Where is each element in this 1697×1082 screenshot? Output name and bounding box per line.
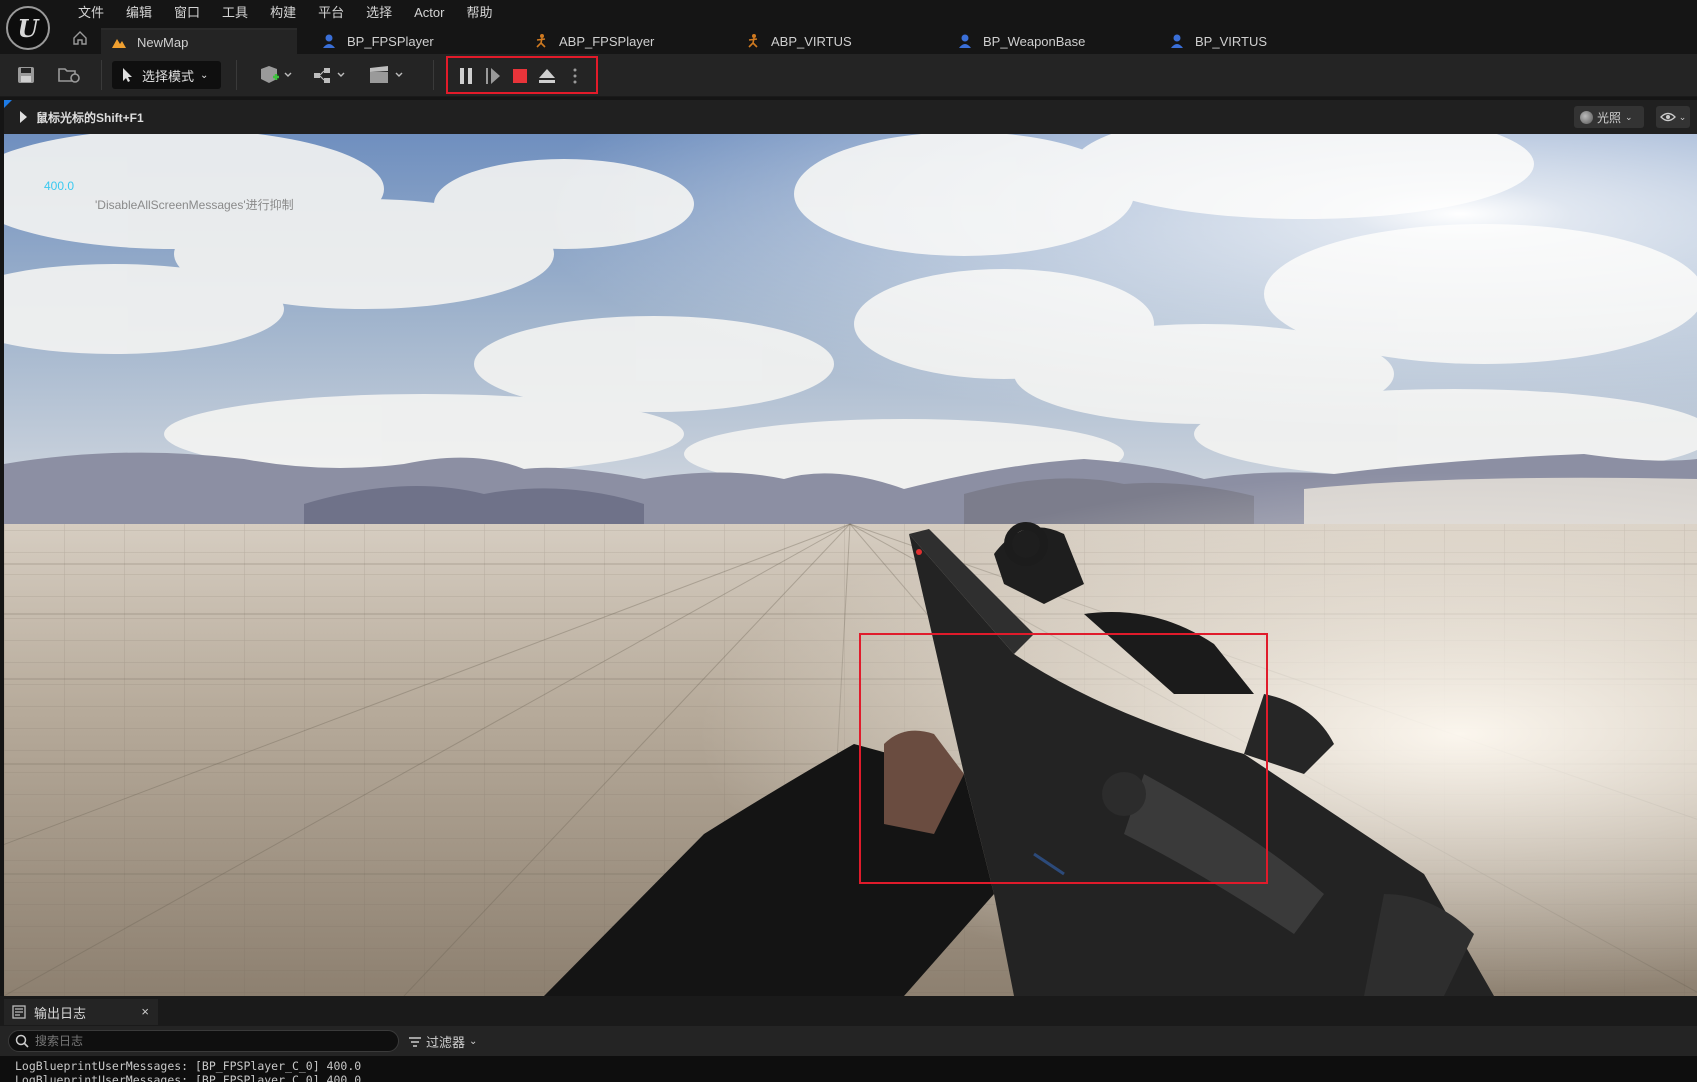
tab-label: ABP_FPSPlayer — [559, 33, 655, 49]
tab-label: BP_FPSPlayer — [347, 33, 434, 49]
log-line: LogBlueprintUserMessages: [BP_FPSPlayer_… — [15, 1073, 362, 1082]
output-log-icon — [12, 1005, 26, 1019]
content-browser-icon[interactable] — [57, 62, 83, 88]
filter-icon — [409, 1036, 421, 1047]
filter-label: 过滤器 — [426, 1035, 466, 1050]
level-icon — [111, 34, 127, 50]
chevron-down-icon: ⌄ — [1678, 111, 1687, 122]
anim-blueprint-icon — [745, 33, 761, 49]
weapon-highlight-box — [859, 633, 1268, 884]
blueprint-icon — [321, 33, 337, 49]
tab-bp-virtus[interactable]: BP_VIRTUS — [1159, 28, 1267, 54]
mouse-release-hint: 鼠标光标的Shift+F1 — [36, 111, 144, 125]
menu-item[interactable]: 编辑 — [115, 3, 163, 23]
home-icon[interactable] — [72, 30, 92, 50]
menu-item[interactable]: 平台 — [307, 3, 355, 23]
menu-items: 文件 编辑 窗口 工具 构建 平台 选择 Actor 帮助 — [67, 3, 503, 23]
scene-render — [4, 134, 1697, 996]
more-options-icon[interactable] — [565, 67, 585, 85]
log-filter-dropdown[interactable]: 过滤器 ⌄ — [408, 1032, 477, 1051]
chevron-down-icon: ⌄ — [469, 1036, 478, 1047]
search-icon — [15, 1034, 29, 1048]
show-flags-button[interactable]: ⌄ — [1656, 106, 1690, 128]
blueprint-icon — [1169, 33, 1185, 49]
output-log-toolbar: 过滤器 ⌄ — [0, 1026, 1697, 1056]
menu-bar: 文件 编辑 窗口 工具 构建 平台 选择 Actor 帮助 — [0, 0, 1697, 26]
mode-label: 选择模式 — [142, 68, 195, 84]
menu-item[interactable]: 帮助 — [455, 3, 503, 23]
tab-label: 输出日志 — [34, 1005, 87, 1021]
stop-icon[interactable] — [510, 67, 530, 85]
add-actor-button[interactable] — [255, 62, 295, 88]
chevron-down-icon: ⌄ — [200, 69, 209, 81]
log-search-input[interactable] — [35, 1034, 375, 1048]
unreal-u-glyph: U — [17, 13, 39, 43]
menu-item[interactable]: 选择 — [355, 3, 403, 23]
save-icon[interactable] — [15, 62, 37, 88]
lighting-icon — [1580, 110, 1593, 124]
debug-print-value: 400.0 — [44, 179, 75, 193]
step-frame-icon[interactable] — [483, 67, 503, 85]
game-viewport[interactable]: 400.0 'DisableAllScreenMessages'进行抑制 — [4, 134, 1697, 996]
log-output: LogBlueprintUserMessages: [BP_FPSPlayer_… — [0, 1056, 1697, 1082]
lighting-mode-button[interactable]: 光照 ⌄ — [1574, 106, 1644, 128]
chevron-down-icon: ⌄ — [1625, 111, 1633, 122]
tab-newmap[interactable]: NewMap — [101, 28, 297, 54]
tab-output-log[interactable]: 输出日志 × — [4, 999, 158, 1025]
tab-abp-fpsplayer[interactable]: ABP_FPSPlayer — [523, 28, 654, 54]
toolbar-separator — [433, 60, 434, 90]
log-search-box — [8, 1030, 399, 1052]
tab-bp-fpsplayer[interactable]: BP_FPSPlayer — [311, 28, 434, 54]
blueprint-icon — [957, 33, 973, 49]
menu-item[interactable]: 文件 — [67, 3, 115, 23]
tab-label: BP_WeaponBase — [983, 33, 1086, 49]
main-toolbar: 选择模式 ⌄ — [0, 54, 1697, 97]
cinematics-menu-button[interactable] — [366, 62, 408, 88]
tab-label: ABP_VIRTUS — [771, 33, 852, 49]
menu-item[interactable]: 工具 — [211, 3, 259, 23]
menu-item[interactable]: 构建 — [259, 3, 307, 23]
toolbar-separator — [236, 60, 237, 90]
play-controls-group — [446, 56, 598, 94]
blueprints-menu-button[interactable] — [310, 62, 350, 88]
tab-label: NewMap — [137, 34, 189, 50]
debug-suppress-message: 'DisableAllScreenMessages'进行抑制 — [95, 198, 294, 212]
output-log-panel: 输出日志 × 过滤器 ⌄ LogBlueprintUserMessages: [… — [0, 996, 1697, 1082]
anim-blueprint-icon — [533, 33, 549, 49]
expand-arrow-icon[interactable] — [20, 111, 27, 123]
eject-icon[interactable] — [537, 67, 557, 85]
document-tab-bar: NewMap BP_FPSPlayer ABP_FPSPlayer ABP_VI… — [0, 26, 1697, 54]
close-icon[interactable]: × — [141, 1004, 149, 1019]
lighting-label: 光照 — [1597, 110, 1622, 125]
eye-icon — [1659, 112, 1676, 122]
tab-bp-weaponbase[interactable]: BP_WeaponBase — [947, 28, 1085, 54]
menu-item[interactable]: Actor — [403, 3, 455, 23]
unreal-engine-logo[interactable]: U — [6, 6, 50, 50]
tab-label: BP_VIRTUS — [1195, 33, 1268, 49]
tab-abp-virtus[interactable]: ABP_VIRTUS — [735, 28, 852, 54]
cursor-icon — [123, 68, 132, 82]
selection-mode-dropdown[interactable]: 选择模式 ⌄ — [112, 61, 221, 89]
toolbar-separator — [101, 60, 102, 90]
viewport-header: 鼠标光标的Shift+F1 光照 ⌄ ⌄ — [4, 100, 1697, 134]
pause-icon[interactable] — [456, 67, 476, 85]
log-line: LogBlueprintUserMessages: [BP_FPSPlayer_… — [15, 1059, 362, 1073]
menu-item[interactable]: 窗口 — [163, 3, 211, 23]
